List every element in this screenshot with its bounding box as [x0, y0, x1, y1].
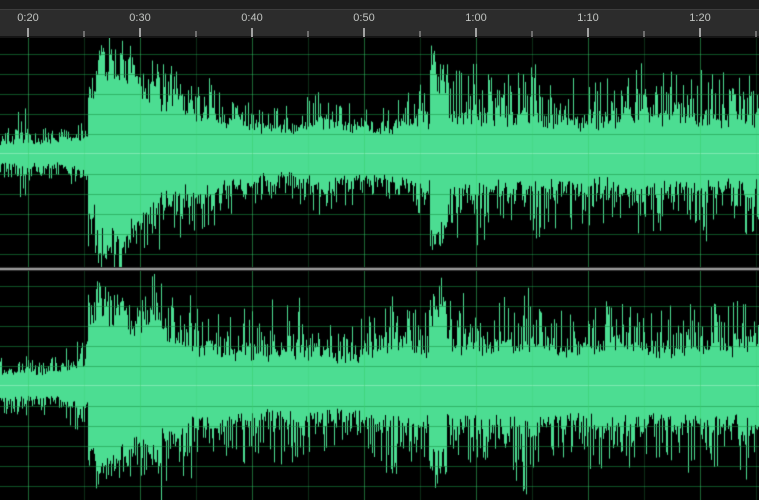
ruler-top-strip — [0, 0, 759, 10]
ruler-tick-minor — [83, 31, 85, 37]
ruler-time-label: 1:10 — [577, 12, 599, 24]
ruler-tick-major — [363, 28, 365, 37]
ruler-tick-minor — [755, 31, 757, 37]
audio-editor-window: 0:20 0:30 0:40 0:50 1:00 1:10 1:20 — [0, 0, 759, 500]
ruler-tick-major — [139, 28, 141, 37]
ruler-tick-major — [27, 28, 29, 37]
ruler-tick-minor — [307, 31, 309, 37]
ruler-time-label: 1:20 — [689, 12, 711, 24]
waveform-display[interactable] — [0, 38, 759, 500]
ruler-tick-major — [475, 28, 477, 37]
ruler-time-label: 0:50 — [353, 12, 375, 24]
ruler-time-label: 0:40 — [241, 12, 263, 24]
ruler-tick-minor — [195, 31, 197, 37]
ruler-time-label: 0:30 — [129, 12, 151, 24]
ruler-tick-minor — [531, 31, 533, 37]
ruler-tick-major — [251, 28, 253, 37]
ruler-time-label: 0:20 — [17, 12, 39, 24]
ruler-tick-minor — [643, 31, 645, 37]
ruler-time-label: 1:00 — [465, 12, 487, 24]
timeline-ruler[interactable]: 0:20 0:30 0:40 0:50 1:00 1:10 1:20 — [0, 0, 759, 38]
ruler-tick-major — [699, 28, 701, 37]
ruler-tick-minor — [419, 31, 421, 37]
ruler-tick-major — [587, 28, 589, 37]
